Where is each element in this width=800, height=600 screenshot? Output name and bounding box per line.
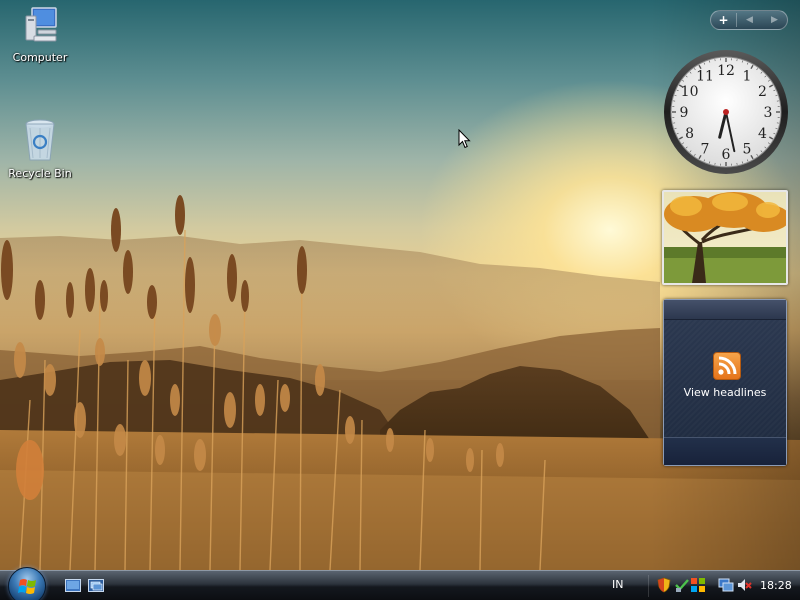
language-indicator[interactable]: IN [612,578,623,591]
clock-numeral: 5 [743,141,752,157]
switch-windows-icon[interactable] [88,579,104,593]
clock-face: 12 12 3 45678 9 1011 [664,50,788,174]
slideshow-image [664,192,786,283]
clock-numeral: 9 [680,105,689,121]
start-button[interactable] [8,567,46,600]
clock-numeral: 6 [722,147,731,163]
clock-numeral: 7 [701,141,710,157]
clock-center-pin [723,109,729,115]
show-desktop-icon[interactable] [65,579,81,593]
desktop-icon-computer[interactable]: Computer [0,4,80,64]
taskbar-clock[interactable]: 18:28 [760,579,792,592]
computer-icon [25,7,57,42]
network-connection-icon[interactable] [718,577,734,593]
volume-muted-icon[interactable] [736,577,752,593]
security-shield-icon[interactable] [656,577,672,593]
clock-numeral: 1 [743,69,752,85]
clock-numeral: 2 [758,84,767,100]
desktop-icon-label: Computer [12,51,68,64]
taskbar: IN 18:28 [0,567,800,600]
clock-numeral: 8 [685,126,694,142]
recycle-bin-icon [25,119,55,161]
clock-numeral: 11 [696,69,714,85]
feed-footer-band [664,437,786,465]
clock-numeral: 4 [758,126,767,142]
desktop-icon-label: Recycle Bin [8,167,72,180]
view-headlines-link[interactable]: View headlines [664,386,786,399]
slideshow-gadget[interactable] [662,190,788,285]
windows-start-orb-icon [18,579,36,594]
tray-divider [648,575,649,597]
sidebar-controls: + ◀ ▶ [710,10,788,30]
clock-numeral: 10 [681,84,699,100]
mouse-pointer-icon [458,129,471,149]
windows-update-icon[interactable] [690,577,706,593]
add-gadget-button[interactable]: + [711,11,736,29]
clock-gadget[interactable]: 12 1 2 3 4 5 6 7 8 9 10 11 [662,48,790,176]
clock-numeral: 12 [717,63,735,79]
clock-numeral: 3 [764,105,773,121]
desktop-icon-recycle-bin[interactable]: Recycle Bin [0,116,80,180]
feed-header-band [664,300,786,320]
previous-page-button[interactable]: ◀ [737,11,762,29]
feed-headlines-gadget[interactable]: View headlines [663,299,787,466]
network-icon[interactable] [674,577,690,593]
next-page-button[interactable]: ▶ [762,11,787,29]
rss-icon [713,352,741,380]
